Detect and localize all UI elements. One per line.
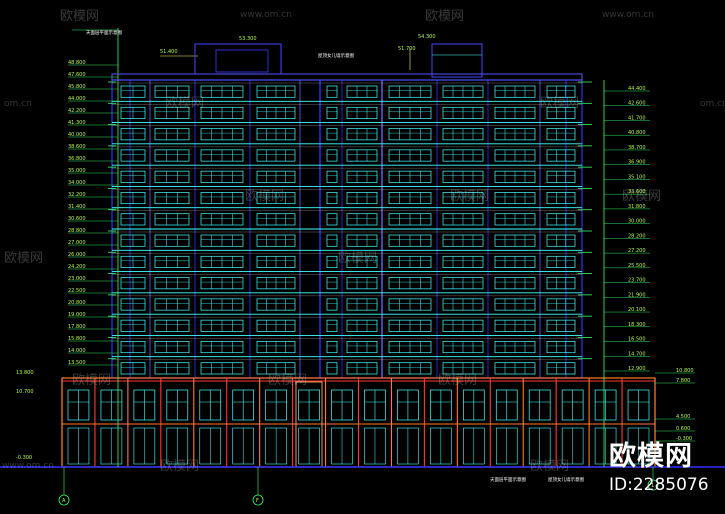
left-level-label: 36.800 (68, 156, 86, 162)
base-left-elev-2: 10.700 (16, 389, 34, 395)
watermark-brand-6: 欧模网 (450, 189, 489, 204)
base-note-1: 天面层平面示意图 (490, 476, 526, 483)
brand-name: 欧模网 (609, 441, 693, 472)
left-level-label: 14.000 (68, 348, 86, 354)
watermark-brand-5: 欧模网 (245, 189, 284, 204)
watermark-brand-14: 欧模网 (530, 459, 569, 474)
base-right-level-label: 0.600 (676, 426, 690, 432)
left-level-label: 40.000 (68, 132, 86, 138)
base-right-level-label: 10.800 (676, 368, 694, 374)
brand-id: ID:2285076 (609, 475, 709, 495)
base-right-level-label: 7.800 (676, 378, 690, 384)
right-level-label: 31.800 (628, 204, 646, 210)
right-level-label: 21.900 (628, 292, 646, 298)
base-note-2: 屋顶女儿墙示意图 (548, 476, 584, 483)
left-level-label: 34.000 (68, 180, 86, 186)
right-level-label: 30.000 (628, 219, 646, 225)
watermark-url-3: om.cn (4, 99, 32, 109)
left-level-label: 15.800 (68, 336, 86, 342)
left-level-label: 20.800 (68, 300, 86, 306)
watermark-url-5: www.om.cn (2, 461, 54, 471)
left-level-label: 31.400 (68, 204, 86, 210)
right-level-label: 25.500 (628, 263, 646, 269)
base-left-elev-1: 13.800 (16, 370, 34, 376)
stair-elev: 54.300 (418, 34, 436, 40)
watermark-brand-4: 欧模网 (540, 96, 579, 111)
left-level-label: 28.800 (68, 228, 86, 234)
watermark-url-4: om.cn (700, 99, 725, 109)
watermark-brand-8: 欧模网 (4, 251, 43, 266)
left-level-label: 17.800 (68, 324, 86, 330)
left-level-label: 42.200 (68, 108, 86, 114)
right-level-label: 40.800 (628, 130, 646, 136)
right-level-label: 18.300 (628, 322, 646, 328)
left-level-label: 32.200 (68, 192, 86, 198)
grid-axis-a-label: A (62, 498, 66, 504)
right-level-label: 23.700 (628, 278, 646, 284)
left-level-label: 38.600 (68, 144, 86, 150)
watermark-brand-13: 欧模网 (160, 459, 199, 474)
watermark-brand-3: 欧模网 (165, 96, 204, 111)
right-level-label: 41.700 (628, 115, 646, 121)
elevation-drawing: 天面层平面示意图 屋顶女儿墙示意图 53.300 51.400 51.700 5… (0, 0, 725, 514)
left-level-label: 44.000 (68, 96, 86, 102)
right-level-label: 16.500 (628, 337, 646, 343)
watermark-brand-11: 欧模网 (268, 373, 307, 388)
right-level-label: 27.200 (628, 248, 646, 254)
right-level-label: 42.600 (628, 101, 646, 107)
roof-parapet-label: 屋顶女儿墙示意图 (318, 52, 354, 59)
watermark-brand-7: 欧模网 (622, 189, 661, 204)
left-level-label: 24.200 (68, 264, 86, 270)
machine-room-elev: 53.300 (239, 36, 257, 42)
right-level-label: 28.200 (628, 233, 646, 239)
roof-note-left: 天面层平面示意图 (86, 29, 122, 36)
left-level-label: 45.800 (68, 84, 86, 90)
right-level-label: 38.700 (628, 145, 646, 151)
right-level-label: 12.900 (628, 366, 646, 372)
right-level-label: 36.900 (628, 160, 646, 166)
watermark-brand-10: 欧模网 (72, 373, 111, 388)
left-level-label: 27.000 (68, 240, 86, 246)
watermark-url-2: www.om.cn (602, 10, 654, 20)
right-level-label: 44.400 (628, 86, 646, 92)
roof-elev-left: 51.400 (160, 49, 178, 55)
left-level-label: 23.000 (68, 276, 86, 282)
right-level-label: 20.100 (628, 307, 646, 313)
left-level-label: 19.000 (68, 312, 86, 318)
left-level-label: 35.000 (68, 168, 86, 174)
watermark-brand-2: 欧模网 (425, 9, 464, 24)
roof-elev-right: 51.700 (398, 46, 416, 52)
left-level-label: 13.500 (68, 360, 86, 366)
left-level-label: 22.500 (68, 288, 86, 294)
right-level-label: 35.100 (628, 174, 646, 180)
watermark-url-1: www.om.cn (240, 10, 292, 20)
left-level-label: 30.600 (68, 216, 86, 222)
watermark-brand-9: 欧模网 (338, 251, 377, 266)
grid-axis-f-label: F (256, 498, 259, 504)
left-level-label: 47.600 (68, 72, 86, 78)
watermark-brand-12: 欧模网 (438, 373, 477, 388)
base-right-level-label: 4.500 (676, 414, 690, 420)
left-level-label: 48.800 (68, 60, 86, 66)
left-level-label: 26.000 (68, 252, 86, 258)
watermark-brand-1: 欧模网 (60, 9, 99, 24)
left-level-label: 41.300 (68, 120, 86, 126)
right-level-label: 14.700 (628, 351, 646, 357)
